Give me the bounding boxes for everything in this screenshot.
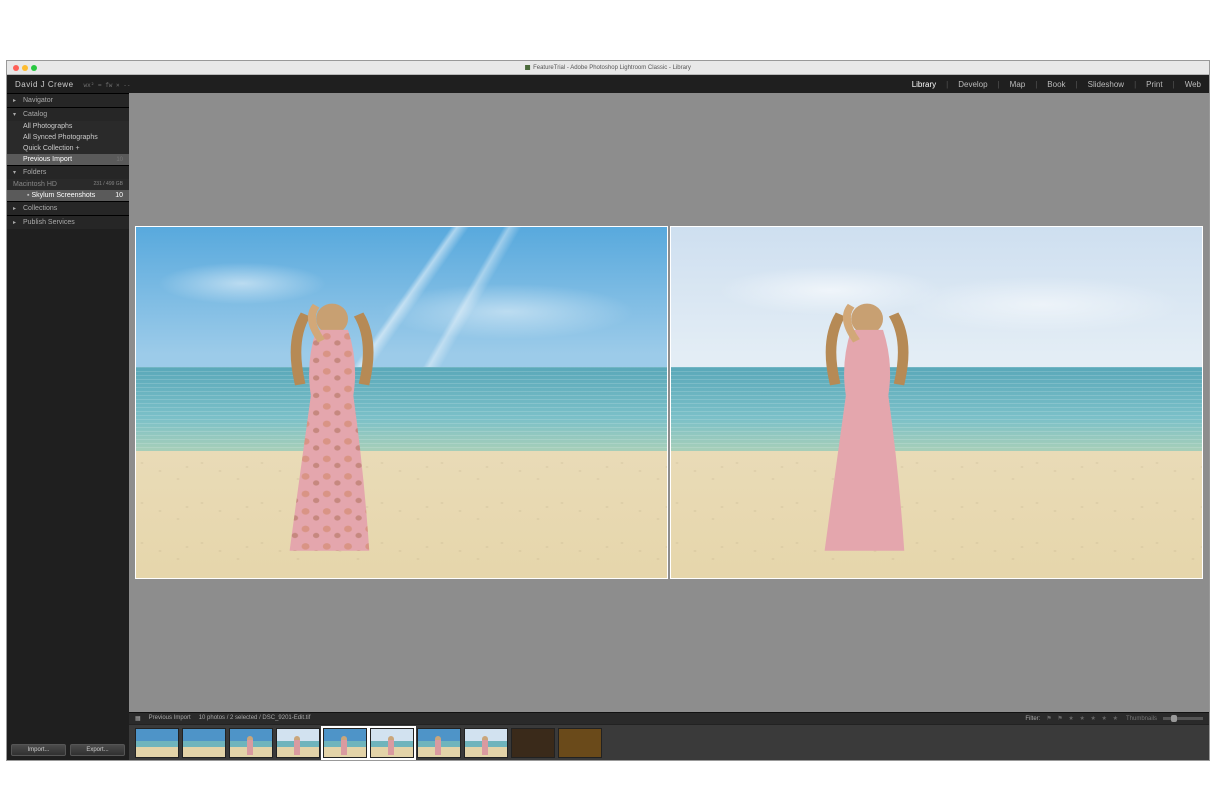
compare-view[interactable] [129,93,1209,712]
sea-region [671,367,1202,451]
catalog-item-previous-import[interactable]: Previous Import 10 [7,154,129,165]
filmstrip-thumb[interactable] [417,728,461,758]
catalog-item[interactable]: All Synced Photographs [7,132,129,143]
import-button[interactable]: Import... [11,744,66,756]
import-export-row: Import... Export... [7,740,129,760]
folders-body: Macintosh HD 231 / 499 GB ▪ Skylum Scree… [7,179,129,201]
catalog-item-label: Previous Import [23,156,72,163]
filmstrip-thumb[interactable] [229,728,273,758]
panel-label: Navigator [23,97,53,104]
module-map[interactable]: Map [1010,80,1026,89]
catalog-item[interactable]: Quick Collection + [7,143,129,154]
close-icon[interactable] [13,65,19,71]
filmstrip[interactable] [129,724,1209,760]
zoom-icon[interactable] [31,65,37,71]
chevron-right-icon: ▸ [13,219,20,226]
catalog-item[interactable]: All Photographs [7,121,129,132]
folder-item-label: ▪ Skylum Screenshots [27,192,95,199]
panel-publish[interactable]: ▸ Publish Services [7,215,129,229]
macos-titlebar: FeatureTrial - Adobe Photoshop Lightroom… [7,61,1209,75]
subject-figure [814,297,920,560]
sep-icon: | [998,80,1000,89]
filmstrip-thumb[interactable] [323,728,367,758]
panel-label: Publish Services [23,219,75,226]
module-print[interactable]: Print [1146,80,1162,89]
app-badge-icon [525,65,530,70]
filmstrip-thumb[interactable] [182,728,226,758]
catalog-item-label: All Photographs [23,123,72,130]
filmstrip-thumb[interactable] [558,728,602,758]
thumb-size-label: Thumbnails [1126,716,1157,722]
panel-label: Collections [23,205,57,212]
sky-region [136,227,667,367]
app-window: FeatureTrial - Adobe Photoshop Lightroom… [6,60,1210,761]
folder-item[interactable]: ▪ Skylum Screenshots 10 [7,190,129,201]
filter-flags[interactable]: ⚑ ⚑ ★ ★ ★ ★ ★ [1046,715,1120,722]
filmstrip-thumb[interactable] [135,728,179,758]
sep-icon: | [946,80,948,89]
thumb-size-slider[interactable] [1163,717,1203,720]
panel-label: Catalog [23,111,47,118]
filter-label: Filter: [1025,716,1040,722]
module-slideshow[interactable]: Slideshow [1088,80,1124,89]
sep-icon: | [1076,80,1078,89]
filmstrip-thumb[interactable] [511,728,555,758]
panel-folders[interactable]: ▾ Folders [7,165,129,179]
panel-collections[interactable]: ▸ Collections [7,201,129,215]
sea-region [136,367,667,451]
filmstrip-thumb[interactable] [464,728,508,758]
left-sidebar: ▸ Navigator ▾ Catalog All Photographs Al… [7,93,129,760]
catalog-item-count: 10 [116,157,123,163]
catalog-item-label: Quick Collection + [23,145,80,152]
volume-name: Macintosh HD [13,181,57,188]
window-title-wrap: FeatureTrial - Adobe Photoshop Lightroom… [525,65,691,71]
chevron-down-icon: ▾ [13,169,20,176]
folder-volume[interactable]: Macintosh HD 231 / 499 GB [7,179,129,190]
chevron-right-icon: ▸ [13,97,20,104]
subject-figure [279,297,385,560]
sand-region [136,451,667,577]
filmstrip-thumb[interactable] [370,728,414,758]
main-row: ▸ Navigator ▾ Catalog All Photographs Al… [7,93,1209,760]
filmstrip-infobar: ▦ Previous Import 10 photos / 2 selected… [129,712,1209,724]
panel-label: Folders [23,169,46,176]
folder-icon: ▪ [27,192,29,199]
photo-original[interactable] [670,226,1203,578]
photo-edited[interactable] [135,226,668,578]
minimize-icon[interactable] [22,65,28,71]
chevron-right-icon: ▸ [13,205,20,212]
sky-region [671,227,1202,367]
folder-item-count: 10 [115,192,123,199]
volume-free: 231 / 499 GB [94,181,123,188]
module-develop[interactable]: Develop [958,80,987,89]
compare-pair [135,226,1203,578]
catalog-item-label: All Synced Photographs [23,134,98,141]
module-book[interactable]: Book [1047,80,1065,89]
source-counts: 10 photos / 2 selected / DSC_9201-Edit.t… [199,715,311,722]
module-picker: Library | Develop | Map | Book | Slidesh… [912,80,1201,89]
panel-navigator[interactable]: ▸ Navigator [7,93,129,107]
export-button[interactable]: Export... [70,744,125,756]
sep-icon: | [1035,80,1037,89]
sand-region [671,451,1202,577]
spacer [7,229,129,740]
identity-plate: David J Crewe [15,80,74,89]
folder-label-text: Skylum Screenshots [31,192,95,199]
module-web[interactable]: Web [1185,80,1201,89]
filmstrip-thumb[interactable] [276,728,320,758]
canvas-area: ▦ Previous Import 10 photos / 2 selected… [129,93,1209,760]
catalog-body: All Photographs All Synced Photographs Q… [7,121,129,165]
window-controls [13,65,37,71]
panel-catalog[interactable]: ▾ Catalog [7,107,129,121]
grid-view-icon[interactable]: ▦ [135,715,141,722]
window-title: FeatureTrial - Adobe Photoshop Lightroom… [533,65,691,71]
sep-icon: | [1173,80,1175,89]
breadcrumb[interactable]: Previous Import [149,715,191,722]
identity-sub: wx² = fw × -- [84,82,131,89]
sep-icon: | [1134,80,1136,89]
module-library[interactable]: Library [912,80,936,89]
identity-plate-row: David J Crewe wx² = fw × -- Library | De… [7,75,1209,93]
chevron-down-icon: ▾ [13,111,20,118]
